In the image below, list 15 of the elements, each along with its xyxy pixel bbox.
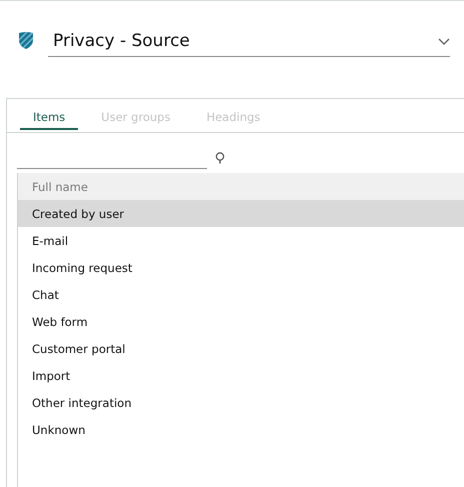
table-row[interactable]: Customer portal [18,335,464,362]
table-row[interactable]: Web form [18,308,464,335]
table-row[interactable]: Other integration [18,389,464,416]
column-header[interactable]: Full name [18,173,464,200]
table-row[interactable]: E-mail [18,227,464,254]
table-row[interactable]: Unknown [18,416,464,443]
chevron-down-icon [438,38,450,46]
title-dropdown[interactable]: Privacy - Source [48,27,450,57]
table-row[interactable]: Created by user [18,200,464,227]
search-icon[interactable] [215,152,225,164]
table-row[interactable]: Chat [18,281,464,308]
table-row[interactable]: Import [18,362,464,389]
shield-icon [18,31,34,49]
table-row[interactable]: Incoming request [18,254,464,281]
tab[interactable]: Items [20,99,78,130]
